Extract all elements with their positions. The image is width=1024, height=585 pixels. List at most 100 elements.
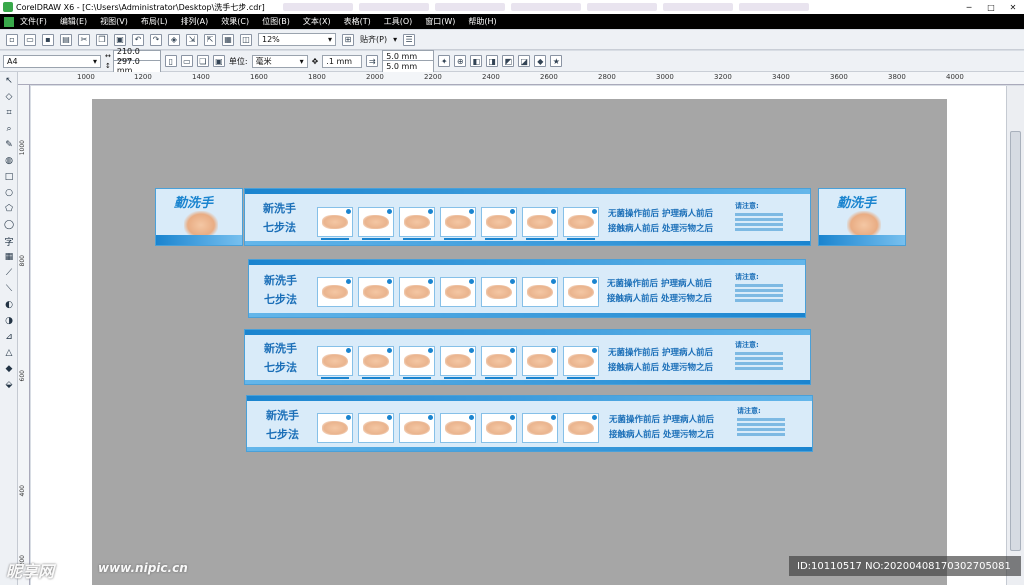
welcome-screen-icon[interactable]: ◫ bbox=[240, 33, 252, 46]
menu-file[interactable]: 文件(F) bbox=[20, 16, 47, 27]
minimize-icon[interactable]: ─ bbox=[958, 0, 980, 14]
text-tool-icon[interactable]: 字 bbox=[2, 234, 16, 248]
page-height-input[interactable]: 297.0 mm bbox=[112, 57, 161, 75]
shape-tool-icon[interactable]: ◇ bbox=[2, 90, 16, 104]
fill-tool-icon[interactable]: ◆ bbox=[2, 362, 16, 376]
horizontal-ruler[interactable]: 1000 1200 1400 1600 1800 2000 2200 2400 … bbox=[18, 72, 1024, 85]
scrollbar-thumb[interactable] bbox=[1010, 131, 1021, 551]
document-page[interactable]: 勤洗手 新洗手 七步法 无菌操作前后 护理病人前后 接触病人前后 处理污物之后 请注… bbox=[92, 99, 947, 585]
ellipse-tool-icon[interactable]: ○ bbox=[2, 186, 16, 200]
ruler-label: 1200 bbox=[134, 73, 152, 81]
snap-settings-icon[interactable]: ⊞ bbox=[342, 33, 354, 46]
menu-help[interactable]: 帮助(H) bbox=[468, 16, 496, 27]
plugin-vip-icon[interactable]: ★ bbox=[550, 55, 563, 67]
maximize-icon[interactable]: □ bbox=[980, 0, 1002, 14]
connector-tool-icon[interactable]: ⟍ bbox=[2, 282, 16, 296]
eyedropper-tool-icon[interactable]: ⊿ bbox=[2, 330, 16, 344]
ruler-label: 3000 bbox=[656, 73, 674, 81]
title-line-1: 新洗手 bbox=[266, 409, 299, 422]
snap-to-menu[interactable]: 贴齐(P) bbox=[360, 34, 387, 45]
blend-tool-icon[interactable]: ◐ bbox=[2, 298, 16, 312]
portrait-icon[interactable]: ▯ bbox=[164, 55, 177, 67]
export-icon[interactable]: ⇱ bbox=[204, 33, 216, 46]
menu-effects[interactable]: 效果(C) bbox=[221, 16, 249, 27]
basic-shapes-icon[interactable]: ◯ bbox=[2, 218, 16, 232]
duplicate-y-input[interactable]: 5.0 mm bbox=[382, 59, 435, 73]
dimension-tool-icon[interactable]: ⟋ bbox=[2, 266, 16, 280]
paste-icon[interactable]: ▣ bbox=[114, 33, 126, 46]
vertical-ruler[interactable]: 1000 800 600 400 200 bbox=[18, 85, 30, 585]
hand-wash-card-left[interactable]: 勤洗手 bbox=[155, 188, 243, 246]
menu-layout[interactable]: 布局(L) bbox=[141, 16, 168, 27]
plugin-x6-icon[interactable]: ✦ bbox=[438, 55, 451, 67]
plugin-tool-icon[interactable]: ◧ bbox=[470, 55, 483, 67]
freehand-tool-icon[interactable]: ✎ bbox=[2, 138, 16, 152]
hand-wash-banner-4[interactable]: 新洗手 七步法 无菌操作前后 护理病人前后 接触病人前后 处理污物之后 请注意: bbox=[246, 395, 813, 452]
current-page-icon[interactable]: ▣ bbox=[212, 55, 225, 67]
all-pages-icon[interactable]: ❏ bbox=[196, 55, 209, 67]
chevron-down-icon[interactable]: ▾ bbox=[393, 35, 397, 44]
cut-icon[interactable]: ✂ bbox=[78, 33, 90, 46]
pick-tool-icon[interactable]: ↖ bbox=[2, 74, 16, 88]
step-3-image bbox=[399, 207, 435, 240]
plugin-tool-icon[interactable]: ◨ bbox=[486, 55, 499, 67]
landscape-icon[interactable]: ▭ bbox=[180, 55, 193, 67]
page-size-select[interactable]: A4 ▾ bbox=[3, 54, 101, 68]
title-line-2: 七步法 bbox=[264, 293, 297, 306]
outline-tool-icon[interactable]: △ bbox=[2, 346, 16, 360]
step-images bbox=[317, 346, 599, 379]
zoom-level-select[interactable]: 12% ▾ bbox=[258, 33, 336, 46]
polygon-tool-icon[interactable]: ⬠ bbox=[2, 202, 16, 216]
application-launcher-icon[interactable]: ▦ bbox=[222, 33, 234, 46]
redo-icon[interactable]: ↷ bbox=[150, 33, 162, 46]
ruler-label: 1400 bbox=[192, 73, 210, 81]
hand-wash-banner-2[interactable]: 新洗手 七步法 无菌操作前后 护理病人前后 接触病人前后 处理污物之后 请注意: bbox=[248, 259, 806, 318]
menu-table[interactable]: 表格(T) bbox=[344, 16, 371, 27]
title-line-2: 七步法 bbox=[264, 361, 297, 374]
nudge-distance-input[interactable]: .1 mm bbox=[322, 54, 363, 68]
plugin-align-icon[interactable]: ⊕ bbox=[454, 55, 467, 67]
smart-fill-icon[interactable]: ◍ bbox=[2, 154, 16, 168]
crop-tool-icon[interactable]: ⌗ bbox=[2, 106, 16, 120]
save-icon[interactable]: ▪ bbox=[42, 33, 54, 46]
menu-window[interactable]: 窗口(W) bbox=[425, 16, 455, 27]
options-icon[interactable]: ☰ bbox=[403, 33, 416, 46]
notes-title: 请注意: bbox=[735, 273, 759, 281]
step-images bbox=[317, 413, 599, 443]
new-document-icon[interactable]: ▫ bbox=[6, 33, 18, 46]
undo-icon[interactable]: ↶ bbox=[132, 33, 144, 46]
duplicate-distance-icon: ⇉ bbox=[366, 55, 379, 67]
menu-arrange[interactable]: 排列(A) bbox=[181, 16, 209, 27]
moments-text: 无菌操作前后 护理病人前后 接触病人前后 处理污物之后 bbox=[609, 413, 714, 443]
hand-wash-banner-3[interactable]: 新洗手 七步法 无菌操作前后 护理病人前后 接触病人前后 处理污物之后 请注意: bbox=[244, 329, 811, 385]
units-select[interactable]: 毫米 ▾ bbox=[251, 54, 308, 68]
chevron-down-icon: ▾ bbox=[92, 56, 97, 66]
banner-title: 新洗手 七步法 bbox=[264, 271, 297, 309]
menu-text[interactable]: 文本(X) bbox=[303, 16, 331, 27]
search-content-icon[interactable]: ◈ bbox=[168, 33, 180, 46]
open-icon[interactable]: ▭ bbox=[24, 33, 36, 46]
plugin-tool-icon[interactable]: ◩ bbox=[502, 55, 515, 67]
plugin-corel-sdk-icon[interactable]: ◆ bbox=[534, 55, 547, 67]
menu-view[interactable]: 视图(V) bbox=[100, 16, 128, 27]
transparency-tool-icon[interactable]: ◑ bbox=[2, 314, 16, 328]
card-wave bbox=[819, 235, 905, 245]
interactive-fill-icon[interactable]: ⬙ bbox=[2, 378, 16, 392]
vertical-scrollbar[interactable] bbox=[1006, 86, 1024, 585]
table-tool-icon[interactable]: ▦ bbox=[2, 250, 16, 264]
menu-edit[interactable]: 编辑(E) bbox=[60, 16, 87, 27]
plugin-tool-icon[interactable]: ◪ bbox=[518, 55, 531, 67]
print-icon[interactable]: ▤ bbox=[60, 33, 72, 46]
menu-bitmaps[interactable]: 位图(B) bbox=[262, 16, 290, 27]
menu-tools[interactable]: 工具(O) bbox=[384, 16, 413, 27]
close-icon[interactable]: ✕ bbox=[1002, 0, 1024, 14]
ruler-label: 1000 bbox=[77, 73, 95, 81]
card-title: 勤洗手 bbox=[174, 196, 214, 211]
rectangle-tool-icon[interactable]: □ bbox=[2, 170, 16, 184]
hand-wash-banner-1[interactable]: 新洗手 七步法 无菌操作前后 护理病人前后 接触病人前后 处理污物之后 请注意: bbox=[244, 188, 811, 246]
copy-icon[interactable]: ❐ bbox=[96, 33, 108, 46]
hand-wash-card-right[interactable]: 勤洗手 bbox=[818, 188, 906, 246]
import-icon[interactable]: ⇲ bbox=[186, 33, 198, 46]
zoom-tool-icon[interactable]: ⌕ bbox=[2, 122, 16, 136]
banner-title: 新洗手 七步法 bbox=[264, 339, 297, 377]
